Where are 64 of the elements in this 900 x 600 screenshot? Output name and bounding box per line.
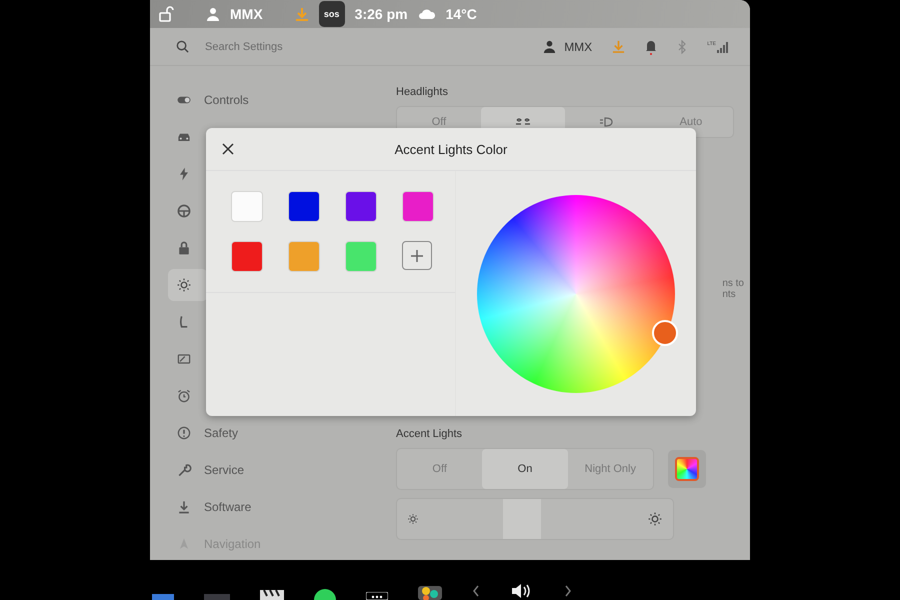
color-swatch[interactable]: [231, 241, 263, 272]
app-tiles-icon[interactable]: [418, 586, 442, 600]
add-color-button[interactable]: [402, 241, 432, 270]
chevron-left-icon[interactable]: [472, 585, 480, 597]
sidebar-item[interactable]: Service: [168, 454, 348, 486]
sos-button[interactable]: sos: [318, 1, 345, 28]
chevron-right-icon[interactable]: [564, 585, 572, 597]
slider-thumb[interactable]: [503, 499, 542, 539]
sidebar-item[interactable]: Controls: [168, 84, 348, 116]
color-swatch[interactable]: [345, 241, 377, 272]
section-title: Headlights: [396, 86, 449, 98]
sidebar-label: Controls: [204, 93, 249, 107]
accent-light-option[interactable]: Off: [397, 449, 482, 489]
description-text: ns to: [722, 278, 744, 289]
signal-bars-icon: [716, 40, 730, 53]
alert-icon: [176, 425, 192, 441]
search-field[interactable]: Search Settings: [203, 40, 357, 54]
person-icon: [206, 7, 220, 22]
clapperboard-icon[interactable]: [260, 590, 284, 600]
steering-wheel-icon: [176, 203, 192, 219]
brightness-slider[interactable]: [396, 498, 674, 540]
bell-icon[interactable]: [645, 38, 658, 55]
user-name: MMX: [230, 6, 263, 22]
wrench-icon: [176, 462, 192, 478]
section-title: Accent Lights: [396, 428, 464, 440]
sun-icon: [407, 513, 419, 525]
dialog-title: Accent Lights Color: [394, 142, 508, 156]
color-picker-button[interactable]: [668, 450, 706, 488]
sidebar-item[interactable]: Software: [168, 491, 348, 523]
description-text: nts: [722, 289, 737, 300]
temperature: 14°C: [446, 6, 477, 22]
headlight-option[interactable]: Off: [397, 107, 481, 137]
unlocked-padlock-icon: [158, 6, 174, 22]
sidebar-label: Service: [204, 463, 244, 477]
color-swatch[interactable]: [288, 191, 320, 222]
alarm-clock-icon: [176, 388, 192, 404]
sun-icon: [647, 511, 663, 527]
sun-icon: [176, 277, 192, 293]
rainbow-swatch-icon: [675, 457, 699, 481]
sidebar-label: Software: [204, 500, 252, 514]
color-swatch[interactable]: [231, 191, 263, 222]
dots-icon[interactable]: [366, 592, 388, 600]
download-icon: [176, 499, 192, 515]
color-swatch[interactable]: [288, 241, 320, 272]
headlight-option[interactable]: Auto: [649, 107, 733, 137]
plus-icon: [410, 248, 424, 262]
clock-time: 3:26 pm: [354, 6, 408, 22]
close-icon: [222, 143, 234, 155]
sidebar-item[interactable]: [168, 269, 208, 301]
color-swatch[interactable]: [402, 191, 434, 222]
color-handle[interactable]: [652, 320, 678, 346]
user-name: MMX: [564, 40, 592, 54]
sidebar-label: Safety: [204, 426, 238, 440]
accent-light-option[interactable]: Night Only: [568, 449, 653, 489]
color-swatch[interactable]: [345, 191, 377, 222]
parking-lights-icon: [515, 117, 531, 127]
download-icon: [294, 7, 309, 22]
headlight-icon: [599, 117, 615, 127]
sidebar-item[interactable]: Safety: [168, 417, 348, 449]
cloud-icon: [418, 8, 436, 20]
accent-light-option[interactable]: On: [482, 449, 568, 489]
person-icon: [543, 40, 556, 54]
lock-icon: [176, 240, 192, 256]
search-icon: [176, 40, 189, 54]
